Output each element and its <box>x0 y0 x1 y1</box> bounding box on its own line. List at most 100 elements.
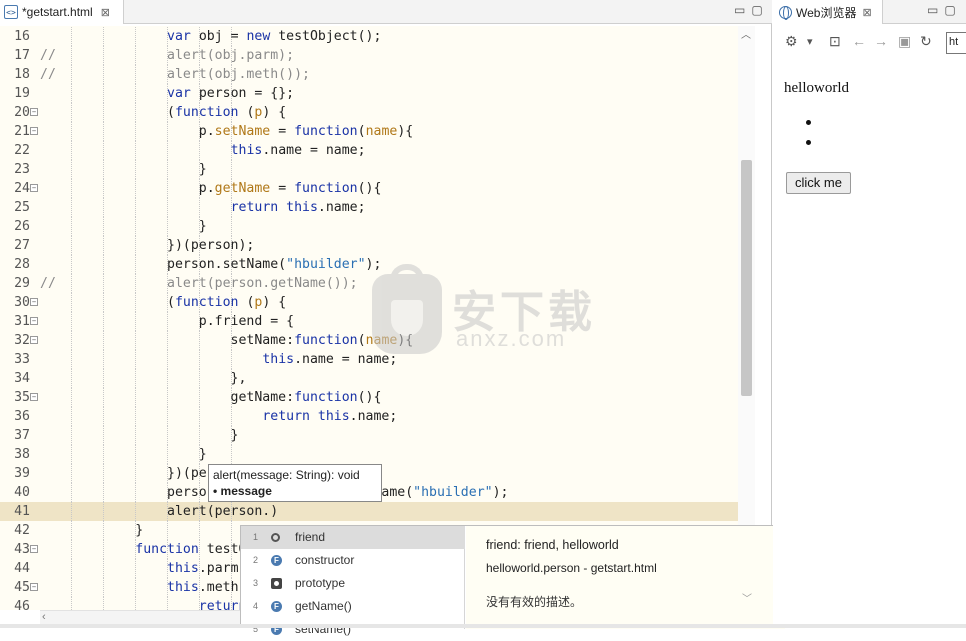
code-text: function testO <box>135 542 247 557</box>
fold-toggle-icon[interactable]: − <box>30 545 38 553</box>
url-input[interactable]: ht <box>946 32 966 54</box>
chevron-down-icon[interactable]: ﹀ <box>742 590 752 605</box>
code-line[interactable]: 21− p.setName = function(name){ <box>0 122 755 141</box>
back-icon[interactable]: ← <box>852 33 866 49</box>
code-text: (function (p) { <box>40 295 287 310</box>
fold-toggle-icon[interactable]: − <box>30 317 38 325</box>
code-line[interactable]: 34 }, <box>0 369 755 388</box>
fold-toggle-icon[interactable]: − <box>30 184 38 192</box>
code-line[interactable]: 22 this.name = name; <box>0 141 755 160</box>
code-text: p.setName = function(name){ <box>40 124 414 139</box>
list-bullet <box>806 120 811 125</box>
scroll-left-icon[interactable]: ‹ <box>42 611 46 623</box>
code-line[interactable]: 23 } <box>0 160 755 179</box>
code-line[interactable]: 38 } <box>0 445 755 464</box>
code-text: return this.name; <box>230 200 366 215</box>
line-number: 16 <box>14 29 30 44</box>
tab-web-browser[interactable]: Web浏览器 ⊠ <box>773 0 883 24</box>
line-number: 28 <box>14 257 30 272</box>
autocomplete-detail: friend: friend, helloworld helloworld.pe… <box>466 526 785 629</box>
code-line[interactable]: 17 // alert(obj.parm); <box>0 46 755 65</box>
code-text: // alert(person.getName()); <box>40 276 358 291</box>
code-text: return <box>198 599 247 610</box>
function-icon: F <box>271 555 282 566</box>
code-line[interactable]: 33 this.name = name; <box>0 350 755 369</box>
indent-guide <box>231 160 232 179</box>
globe-icon <box>779 5 792 20</box>
code-line[interactable]: 37 } <box>0 426 755 445</box>
line-number: 33 <box>14 352 30 367</box>
code-line[interactable]: 31− p.friend = { <box>0 312 755 331</box>
code-line[interactable]: 26 } <box>0 217 755 236</box>
autocomplete-item[interactable]: 5 FsetName() <box>241 618 465 641</box>
stop-icon[interactable]: ▣ <box>898 33 911 50</box>
autocomplete-item[interactable]: 1 friend <box>241 526 465 549</box>
indent-guide <box>199 521 200 540</box>
scroll-up-icon[interactable]: ︿ <box>741 26 751 41</box>
line-number: 29 <box>14 276 30 291</box>
code-text: p.getName = function(){ <box>40 181 382 196</box>
code-line[interactable]: 16 var obj = new testObject(); <box>0 27 755 46</box>
dropdown-arrow-icon[interactable]: ▾ <box>807 35 813 48</box>
code-text: var person = {}; <box>167 86 295 101</box>
code-line[interactable]: 41 alert(person.) <box>0 502 755 521</box>
code-text: })(person); <box>40 238 255 253</box>
fold-toggle-icon[interactable]: − <box>30 127 38 135</box>
browser-window-controls[interactable]: ▭▢ <box>927 3 962 17</box>
line-number: 44 <box>14 561 30 576</box>
line-number: 35 <box>14 390 30 405</box>
code-line[interactable]: 24− p.getName = function(){ <box>0 179 755 198</box>
code-line[interactable]: 35− getName:function(){ <box>0 388 755 407</box>
line-number: 41 <box>14 504 30 519</box>
autocomplete-item[interactable]: 4 FgetName() <box>241 595 465 618</box>
fold-toggle-icon[interactable]: − <box>30 583 38 591</box>
code-line[interactable]: 30− (function (p) { <box>0 293 755 312</box>
settings-icon[interactable]: ⚙ <box>785 33 798 50</box>
code-line[interactable]: 32− setName:function(name){ <box>0 331 755 350</box>
tab-label: *getstart.html <box>22 5 93 19</box>
html-file-icon: <> <box>4 5 18 19</box>
detail-source: helloworld.person - getstart.html <box>486 561 657 575</box>
editor-panel: <> *getstart.html ⊠ ▭▢ 16 var obj = new … <box>0 0 786 636</box>
code-line[interactable]: 36 return this.name; <box>0 407 755 426</box>
click-me-button[interactable]: click me <box>786 172 851 194</box>
line-number: 18 <box>14 67 30 82</box>
line-number: 39 <box>14 466 30 481</box>
code-text: } <box>40 523 144 538</box>
code-editor[interactable]: 16 var obj = new testObject(); 17 // alert… <box>0 26 755 610</box>
indent-guide <box>231 217 232 236</box>
tab-getstart-html[interactable]: <> *getstart.html ⊠ <box>0 0 124 24</box>
line-number: 26 <box>14 219 30 234</box>
autocomplete-item[interactable]: 3 prototype <box>241 572 465 595</box>
code-line[interactable]: 28 person.setName("hbuilder"); <box>0 255 755 274</box>
code-line[interactable]: 29 // alert(person.getName()); <box>0 274 755 293</box>
browser-tab-close-icon[interactable]: ⊠ <box>862 6 871 19</box>
code-line[interactable]: 19 var person = {}; <box>0 84 755 103</box>
refresh-icon[interactable]: ↻ <box>920 33 932 50</box>
forward-icon[interactable]: → <box>874 33 888 49</box>
autocomplete-item[interactable]: 2 Fconstructor <box>241 549 465 572</box>
code-text: return this.name; <box>262 409 398 424</box>
tab-close-icon[interactable]: ⊠ <box>101 6 110 19</box>
code-text: alert(person.) <box>40 504 279 519</box>
scrollbar-thumb[interactable] <box>741 160 752 396</box>
line-number: 34 <box>14 371 30 386</box>
fold-toggle-icon[interactable]: − <box>30 336 38 344</box>
console-icon[interactable]: ⊡ <box>829 33 841 50</box>
vertical-scrollbar[interactable]: ︿ <box>738 26 755 610</box>
code-line[interactable]: 27 })(person); <box>0 236 755 255</box>
item-label: getName() <box>295 599 352 613</box>
editor-window-controls[interactable]: ▭▢ <box>734 3 769 17</box>
fold-toggle-icon[interactable]: − <box>30 393 38 401</box>
list-bullet <box>806 140 811 145</box>
fold-toggle-icon[interactable]: − <box>30 298 38 306</box>
code-text: // alert(obj.meth()); <box>40 67 310 82</box>
code-line[interactable]: 20− (function (p) { <box>0 103 755 122</box>
fold-toggle-icon[interactable]: − <box>30 108 38 116</box>
line-number: 42 <box>14 523 30 538</box>
code-line[interactable]: 25 return this.name; <box>0 198 755 217</box>
line-number: 22 <box>14 143 30 158</box>
function-icon: F <box>271 601 282 612</box>
item-label: friend <box>295 530 326 544</box>
code-line[interactable]: 18 // alert(obj.meth()); <box>0 65 755 84</box>
